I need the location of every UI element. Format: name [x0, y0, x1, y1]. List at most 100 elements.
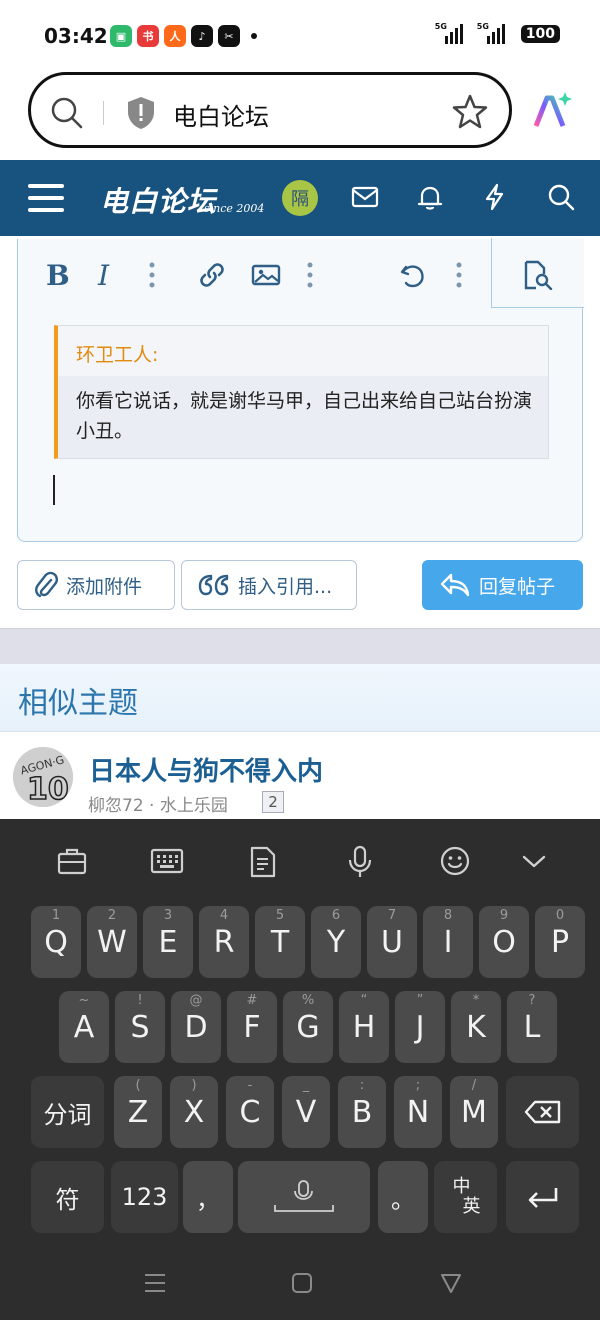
space-key[interactable]: [238, 1161, 370, 1233]
key-hint: _: [302, 1078, 310, 1093]
key-k[interactable]: * K: [451, 991, 501, 1063]
key-c[interactable]: -C: [226, 1076, 274, 1148]
address-text[interactable]: 电白论坛: [173, 97, 269, 132]
key-s[interactable]: ! S: [115, 991, 165, 1063]
key-o[interactable]: 9O: [479, 906, 529, 978]
site-logo[interactable]: 电白论坛: [100, 180, 216, 220]
more-vertical-icon[interactable]: [306, 261, 314, 293]
thread-title[interactable]: 日本人与狗不得入内: [89, 751, 323, 788]
bell-icon[interactable]: [415, 182, 445, 216]
reply-label: 回复帖子: [479, 575, 556, 598]
clock: 03:42: [44, 24, 108, 48]
key-label: U: [381, 924, 403, 960]
avatar[interactable]: AGON·G 10: [13, 747, 73, 807]
lightning-icon[interactable]: [480, 182, 510, 216]
preview-button[interactable]: [491, 238, 584, 308]
key-label: K: [466, 1009, 486, 1045]
keyboard-icon[interactable]: [150, 845, 184, 881]
key-u[interactable]: 7U: [367, 906, 417, 978]
key-hint: 6: [331, 908, 341, 923]
home-icon[interactable]: [291, 1272, 313, 1298]
mail-icon[interactable]: [350, 182, 380, 216]
enter-key[interactable]: [506, 1161, 579, 1233]
reply-button[interactable]: 回复帖子: [422, 560, 583, 610]
key-hint: @: [189, 993, 203, 1008]
address-bar[interactable]: 电白论坛: [28, 72, 512, 148]
insert-quote-button[interactable]: 插入引用...: [181, 560, 357, 610]
image-icon[interactable]: [251, 261, 281, 293]
quote-icon: [198, 574, 229, 596]
key-e[interactable]: 3E: [143, 906, 193, 978]
key-label: N: [406, 1094, 430, 1130]
hamburger-menu-icon[interactable]: [28, 182, 64, 218]
microphone-icon[interactable]: [346, 845, 374, 883]
reply-editor[interactable]: B I 环卫工人: 你看它说话，就是谢华马甲，自己出来给自己站台扮演小丑。: [17, 238, 584, 542]
period-key[interactable]: 。: [378, 1161, 428, 1233]
list-item[interactable]: AGON·G 10 日本人与狗不得入内 柳忽72 · 水上乐园 2: [0, 733, 600, 823]
backspace-key[interactable]: [506, 1076, 579, 1148]
key-z[interactable]: (Z: [114, 1076, 162, 1148]
logo-since: since 2004: [204, 202, 265, 215]
key-g[interactable]: % G: [283, 991, 333, 1063]
comma-key[interactable]: ，: [183, 1161, 233, 1233]
star-icon[interactable]: [451, 93, 489, 135]
undo-icon[interactable]: [398, 261, 428, 295]
key-w[interactable]: 2W: [87, 906, 137, 978]
section-divider: [0, 628, 600, 664]
key-p[interactable]: 0P: [535, 906, 585, 978]
backspace-icon: [524, 1100, 560, 1124]
menu-icon[interactable]: [143, 1272, 167, 1298]
key-hint: (: [135, 1078, 141, 1093]
key-hint: “: [360, 993, 368, 1008]
bold-button[interactable]: B: [46, 259, 70, 292]
key-label: C: [239, 1094, 261, 1130]
quote-author[interactable]: 环卫工人:: [76, 340, 158, 367]
shield-icon[interactable]: [125, 95, 157, 135]
clipboard-icon[interactable]: [248, 845, 278, 883]
key-v[interactable]: _ V: [282, 1076, 330, 1148]
chevron-down-icon[interactable]: [520, 845, 548, 881]
key-i[interactable]: 8I: [423, 906, 473, 978]
search-icon[interactable]: [546, 182, 576, 216]
key-n[interactable]: ; N: [394, 1076, 442, 1148]
key-hint: 1: [51, 908, 61, 923]
soft-keyboard: 1Q2W3E4R5T6Y7U8I9O0P ~ A! S @ D # F% G “H” J * K? L …: [0, 819, 600, 1320]
key-y[interactable]: 6Y: [311, 906, 361, 978]
key-label: D: [184, 1009, 208, 1045]
key-t[interactable]: 5T: [255, 906, 305, 978]
toolbox-icon[interactable]: [56, 845, 88, 881]
back-icon[interactable]: [440, 1272, 462, 1298]
key-l[interactable]: ? L: [507, 991, 557, 1063]
key-j[interactable]: ” J: [395, 991, 445, 1063]
key-a[interactable]: ~ A: [59, 991, 109, 1063]
thread-meta[interactable]: 柳忽72 · 水上乐园: [88, 791, 228, 816]
key-label: Z: [127, 1094, 149, 1130]
more-vertical-icon[interactable]: [455, 261, 463, 293]
add-attachment-button[interactable]: 添加附件: [17, 560, 175, 610]
search-icon[interactable]: [49, 95, 85, 135]
key-h[interactable]: “H: [339, 991, 389, 1063]
key-f[interactable]: # F: [227, 991, 277, 1063]
xiaohongshu-icon: 书: [137, 25, 159, 47]
key-hint: 0: [555, 908, 565, 923]
key-b[interactable]: :B: [338, 1076, 386, 1148]
user-avatar[interactable]: 隔: [282, 180, 318, 216]
key-d[interactable]: @ D: [171, 991, 221, 1063]
key-q[interactable]: 1Q: [31, 906, 81, 978]
battery-app-icon: ▣: [110, 25, 132, 47]
key-x[interactable]: ) X: [170, 1076, 218, 1148]
fenci-key[interactable]: 分词: [31, 1076, 104, 1148]
key-m[interactable]: / M: [450, 1076, 498, 1148]
number-key[interactable]: 123: [111, 1161, 178, 1233]
key-label: F: [243, 1009, 261, 1045]
symbol-key[interactable]: 符: [31, 1161, 104, 1233]
italic-button[interactable]: I: [98, 259, 109, 292]
more-vertical-icon[interactable]: [148, 261, 156, 293]
language-switch-key[interactable]: 中 英: [434, 1161, 497, 1233]
ai-assistant-icon[interactable]: [532, 90, 572, 134]
emoji-icon[interactable]: [439, 845, 471, 881]
link-icon[interactable]: [198, 261, 226, 293]
key-label: E: [158, 924, 178, 960]
status-right: 5G 5G 100: [435, 22, 560, 44]
key-r[interactable]: 4R: [199, 906, 249, 978]
